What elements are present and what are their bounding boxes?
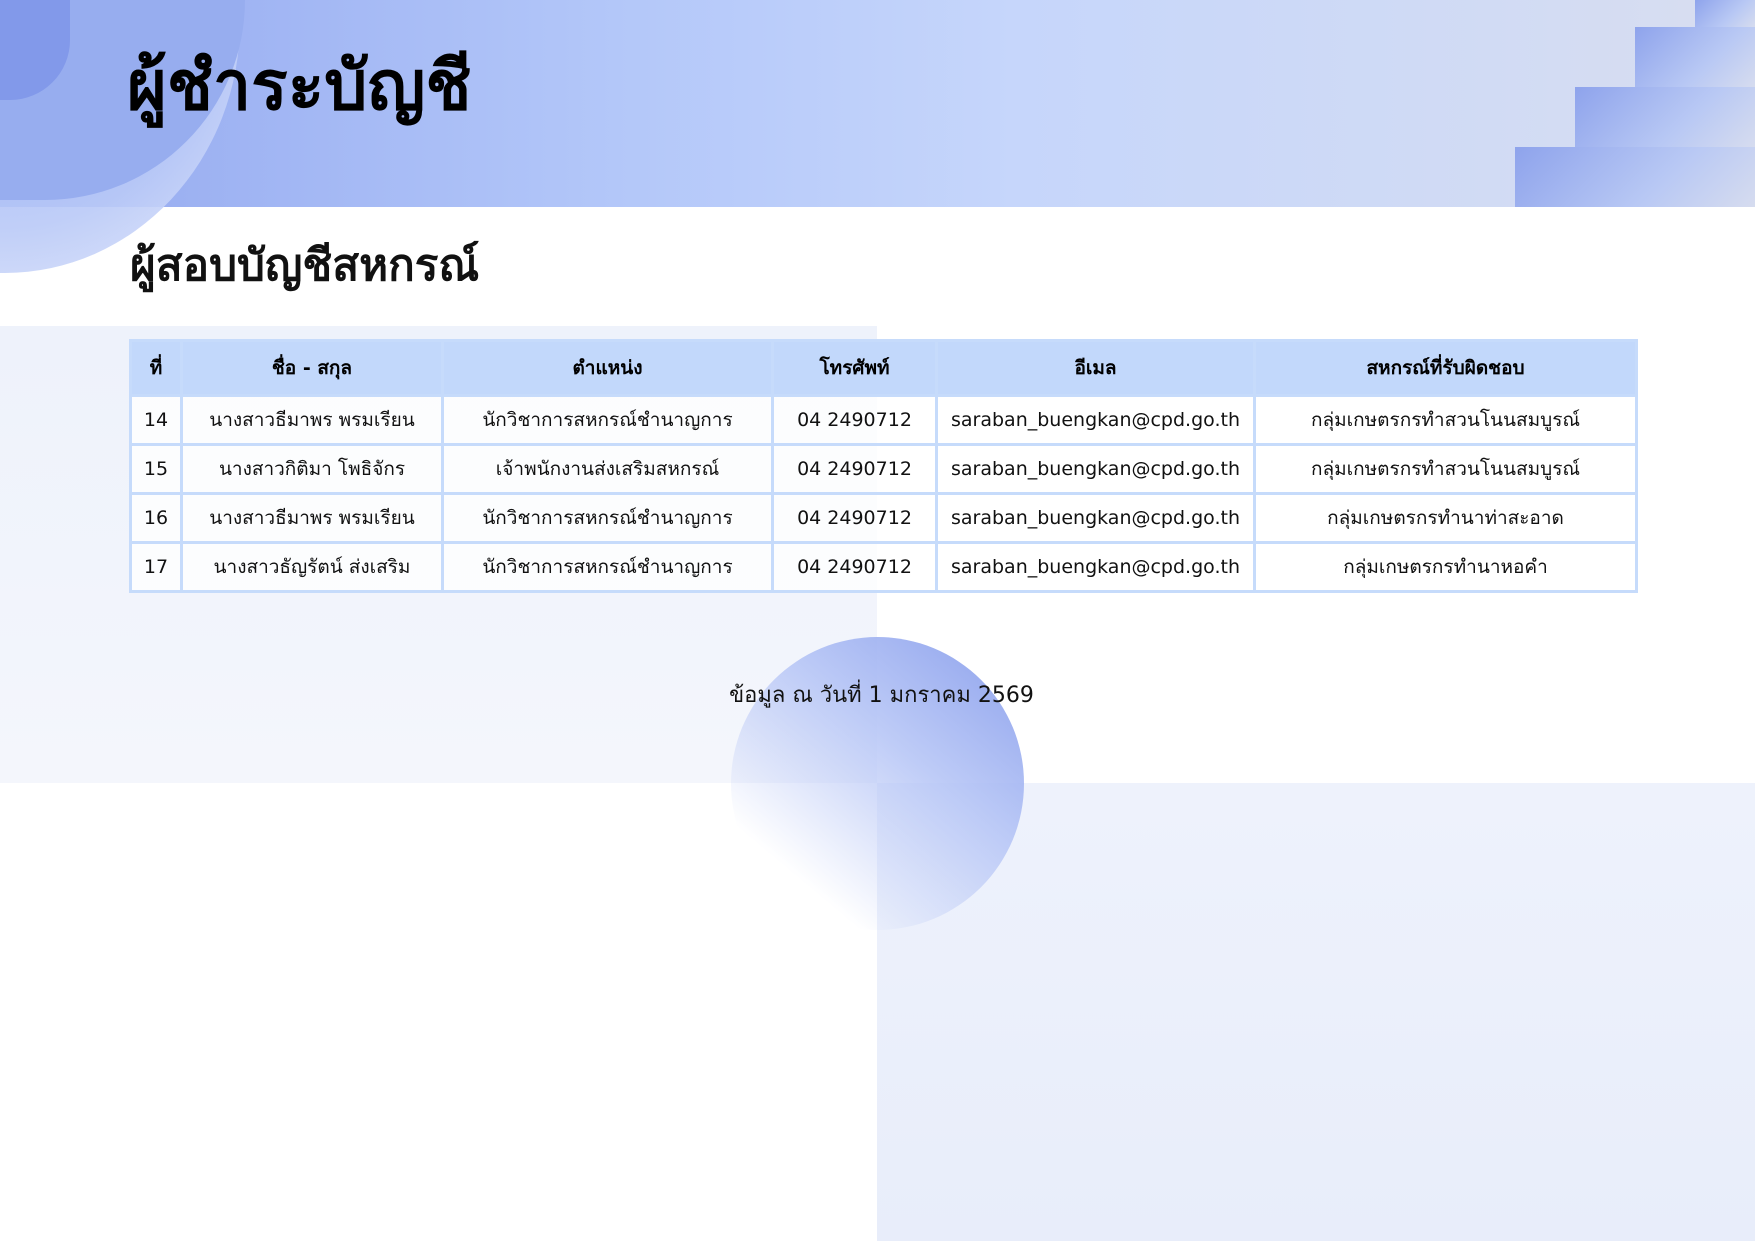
cell-no: 17 (129, 541, 183, 593)
background-tint-right (877, 783, 1755, 1241)
cell-name: นางสาวธัญรัตน์ ส่งเสริม (180, 541, 444, 593)
auditor-table: ที่ ชื่อ - สกุล ตำแหน่ง โทรศัพท์ อีเมล ส… (129, 339, 1638, 593)
decorative-step (1515, 147, 1755, 207)
table-body: 14 นางสาวธีมาพร พรมเรียน นักวิชาการสหกรณ… (129, 394, 1638, 593)
cell-phone: 04 2490712 (771, 443, 938, 495)
cell-cooperative: กลุ่มเกษตรกรทำสวนโนนสมบูรณ์ (1253, 443, 1638, 495)
decorative-step (1575, 87, 1755, 147)
data-date-note: ข้อมูล ณ วันที่ 1 มกราคม 2569 (729, 683, 1034, 708)
cell-email: saraban_buengkan@cpd.go.th (935, 541, 1256, 593)
cell-phone: 04 2490712 (771, 492, 938, 544)
cell-phone: 04 2490712 (771, 394, 938, 446)
section-subtitle: ผู้สอบบัญชีสหกรณ์ (130, 240, 480, 291)
cell-position: นักวิชาการสหกรณ์ชำนาญการ (441, 541, 774, 593)
cell-no: 14 (129, 394, 183, 446)
decorative-step (1635, 27, 1755, 87)
document-page: ผู้ชำระบัญชี ผู้สอบบัญชีสหกรณ์ ที่ ชื่อ … (0, 0, 1755, 1241)
column-header-cooperative: สหกรณ์ที่รับผิดชอบ (1253, 339, 1638, 397)
cell-name: นางสาวธีมาพร พรมเรียน (180, 394, 444, 446)
cell-phone: 04 2490712 (771, 541, 938, 593)
cell-no: 16 (129, 492, 183, 544)
column-header-name: ชื่อ - สกุล (180, 339, 444, 397)
column-header-position: ตำแหน่ง (441, 339, 774, 397)
column-header-no: ที่ (129, 339, 183, 397)
cell-position: นักวิชาการสหกรณ์ชำนาญการ (441, 492, 774, 544)
table-row: 15 นางสาวกิติมา โพธิจักร เจ้าพนักงานส่งเ… (129, 443, 1638, 495)
table-header-row: ที่ ชื่อ - สกุล ตำแหน่ง โทรศัพท์ อีเมล ส… (129, 339, 1638, 397)
column-header-phone: โทรศัพท์ (771, 339, 938, 397)
cell-position: เจ้าพนักงานส่งเสริมสหกรณ์ (441, 443, 774, 495)
cell-cooperative: กลุ่มเกษตรกรทำนาท่าสะอาด (1253, 492, 1638, 544)
table-row: 17 นางสาวธัญรัตน์ ส่งเสริม นักวิชาการสหก… (129, 541, 1638, 593)
cell-email: saraban_buengkan@cpd.go.th (935, 394, 1256, 446)
decorative-step (1695, 0, 1755, 27)
cell-position: นักวิชาการสหกรณ์ชำนาญการ (441, 394, 774, 446)
cell-cooperative: กลุ่มเกษตรกรทำนาหอคำ (1253, 541, 1638, 593)
auditor-table-container: ที่ ชื่อ - สกุล ตำแหน่ง โทรศัพท์ อีเมล ส… (129, 339, 1638, 593)
cell-name: นางสาวธีมาพร พรมเรียน (180, 492, 444, 544)
cell-name: นางสาวกิติมา โพธิจักร (180, 443, 444, 495)
table-row: 16 นางสาวธีมาพร พรมเรียน นักวิชาการสหกรณ… (129, 492, 1638, 544)
table-header: ที่ ชื่อ - สกุล ตำแหน่ง โทรศัพท์ อีเมล ส… (129, 339, 1638, 397)
cell-cooperative: กลุ่มเกษตรกรทำสวนโนนสมบูรณ์ (1253, 394, 1638, 446)
column-header-email: อีเมล (935, 339, 1256, 397)
table-row: 14 นางสาวธีมาพร พรมเรียน นักวิชาการสหกรณ… (129, 394, 1638, 446)
cell-email: saraban_buengkan@cpd.go.th (935, 492, 1256, 544)
page-title: ผู้ชำระบัญชี (127, 47, 472, 126)
cell-email: saraban_buengkan@cpd.go.th (935, 443, 1256, 495)
cell-no: 15 (129, 443, 183, 495)
